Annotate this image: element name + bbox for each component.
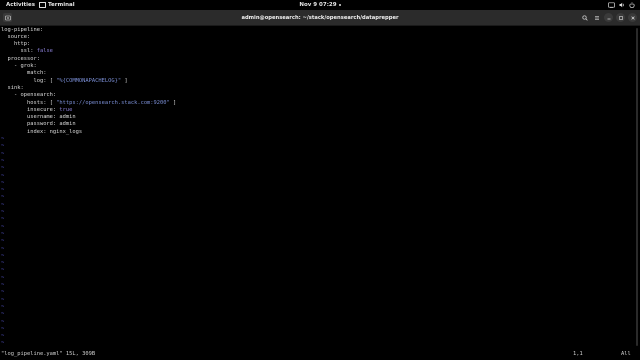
code-token: username: admin xyxy=(1,114,76,121)
code-line: hosts: [ "https://opensearch.stack.com:9… xyxy=(1,100,176,107)
vim-status-line: "log_pipeline.yaml" 15L, 309B 1,1 All xyxy=(0,348,640,360)
file-info: "log_pipeline.yaml" 15L, 309B xyxy=(1,351,96,357)
empty-line-marker: ~ xyxy=(1,136,5,142)
empty-line-marker: ~ xyxy=(1,201,5,208)
empty-line-marker: ~ xyxy=(1,333,5,340)
empty-line-marker: ~ xyxy=(1,296,5,303)
empty-line-marker: ~ xyxy=(1,318,5,325)
code-token: ] xyxy=(121,77,128,84)
code-line: match: xyxy=(1,70,46,77)
clock[interactable]: Nov 9 07:29 xyxy=(0,0,640,10)
code-line: http: xyxy=(1,41,30,48)
search-button[interactable] xyxy=(580,13,589,22)
empty-line-marker: ~ xyxy=(1,311,5,318)
code-line: insecure: true xyxy=(1,107,72,114)
empty-line-marker: ~ xyxy=(1,260,5,267)
menu-button[interactable] xyxy=(592,13,601,22)
code-token: password: admin xyxy=(1,121,76,128)
code-token: insecure: xyxy=(1,106,60,113)
empty-line-marker: ~ xyxy=(1,172,5,179)
app-name: Terminal xyxy=(48,2,75,8)
code-line: index: nginx_logs xyxy=(1,129,82,136)
code-token: sink: xyxy=(1,84,24,91)
window-title: admin@opensearch: ~/stack/opensearch/dat… xyxy=(241,15,399,21)
code-token: - opensearch: xyxy=(1,92,57,99)
new-tab-icon xyxy=(4,15,11,20)
empty-line-marker: ~ xyxy=(1,245,5,252)
code-line: password: admin xyxy=(1,121,76,128)
empty-line-marker: ~ xyxy=(1,230,5,237)
close-button[interactable] xyxy=(628,13,637,22)
volume-icon xyxy=(619,2,624,8)
code-token: http: xyxy=(1,41,31,48)
code-line: - grok: xyxy=(1,63,37,70)
network-icon xyxy=(608,2,615,8)
empty-line-marker: ~ xyxy=(1,194,5,201)
empty-line-marker: ~ xyxy=(1,150,5,157)
empty-line-marker: ~ xyxy=(1,252,5,259)
minimize-button[interactable] xyxy=(604,13,613,22)
empty-line-marker: ~ xyxy=(1,209,5,215)
power-icon xyxy=(629,2,635,8)
code-line: log-pipeline: xyxy=(1,27,43,34)
code-token: source: xyxy=(1,33,31,40)
code-token: index: nginx_logs xyxy=(1,128,83,135)
close-icon xyxy=(630,15,635,20)
terminal-icon xyxy=(39,2,46,8)
maximize-icon xyxy=(618,15,623,20)
empty-line-marker: ~ xyxy=(1,143,5,150)
empty-line-marker: ~ xyxy=(1,340,5,347)
top-bar: Activities Terminal Nov 9 07:29 xyxy=(0,0,640,10)
notification-dot-icon xyxy=(338,3,341,6)
scrollbar[interactable] xyxy=(634,26,640,348)
app-menu[interactable]: Terminal xyxy=(39,0,75,10)
empty-line-marker: ~ xyxy=(1,303,5,310)
code-token: match: xyxy=(1,70,47,77)
cursor-position: 1,1 xyxy=(573,351,583,357)
empty-line-marker: ~ xyxy=(1,325,5,332)
code-line: log: [ "%{COMMONAPACHELOG}" ] xyxy=(1,77,128,85)
empty-line-marker: ~ xyxy=(1,289,5,296)
code-token: ssl: xyxy=(1,48,37,55)
maximize-button[interactable] xyxy=(616,13,625,22)
system-status-area[interactable] xyxy=(608,2,635,8)
empty-line-marker: ~ xyxy=(1,179,5,186)
code-token: ] xyxy=(169,99,177,106)
code-token: processor: xyxy=(1,55,40,62)
new-tab-button[interactable] xyxy=(3,13,12,22)
scrollbar-thumb[interactable] xyxy=(636,28,638,346)
empty-line-marker: ~ xyxy=(1,216,5,223)
search-icon xyxy=(581,14,588,21)
empty-line-marker: ~ xyxy=(1,282,5,288)
vim-editor[interactable]: log-pipeline: source: http: ssl: false p… xyxy=(0,26,634,348)
menu-icon xyxy=(594,15,599,20)
terminal-headerbar: admin@opensearch: ~/stack/opensearch/dat… xyxy=(0,10,640,26)
empty-line-marker: ~ xyxy=(1,267,5,274)
code-line: - opensearch: xyxy=(1,92,56,99)
empty-line-marker: ~ xyxy=(1,238,5,245)
code-line: sink: xyxy=(1,84,24,92)
empty-line-marker: ~ xyxy=(1,157,5,164)
code-token: log: xyxy=(1,77,50,84)
empty-line-marker: ~ xyxy=(1,187,5,194)
code-line: source: xyxy=(1,34,30,41)
code-line: ssl: false xyxy=(1,48,53,55)
activities-button[interactable]: Activities xyxy=(6,0,35,10)
code-token: "%{COMMONAPACHELOG}" xyxy=(56,77,122,84)
empty-line-marker: ~ xyxy=(1,165,5,172)
clock-text: Nov 9 07:29 xyxy=(299,2,337,8)
scroll-percent: All xyxy=(621,351,631,357)
code-line: username: admin xyxy=(1,114,76,121)
empty-line-marker: ~ xyxy=(1,274,5,281)
empty-line-marker: ~ xyxy=(1,223,5,230)
code-line: processor: xyxy=(1,55,40,63)
code-token: "https://opensearch.stack.com:9200" xyxy=(56,99,170,106)
code-token: hosts: xyxy=(1,99,50,106)
code-token: - grok: xyxy=(1,63,37,69)
minimize-icon xyxy=(607,18,610,19)
code-token: log-pipeline: xyxy=(1,26,44,33)
code-token: false xyxy=(36,48,53,55)
code-token: true xyxy=(59,106,73,113)
